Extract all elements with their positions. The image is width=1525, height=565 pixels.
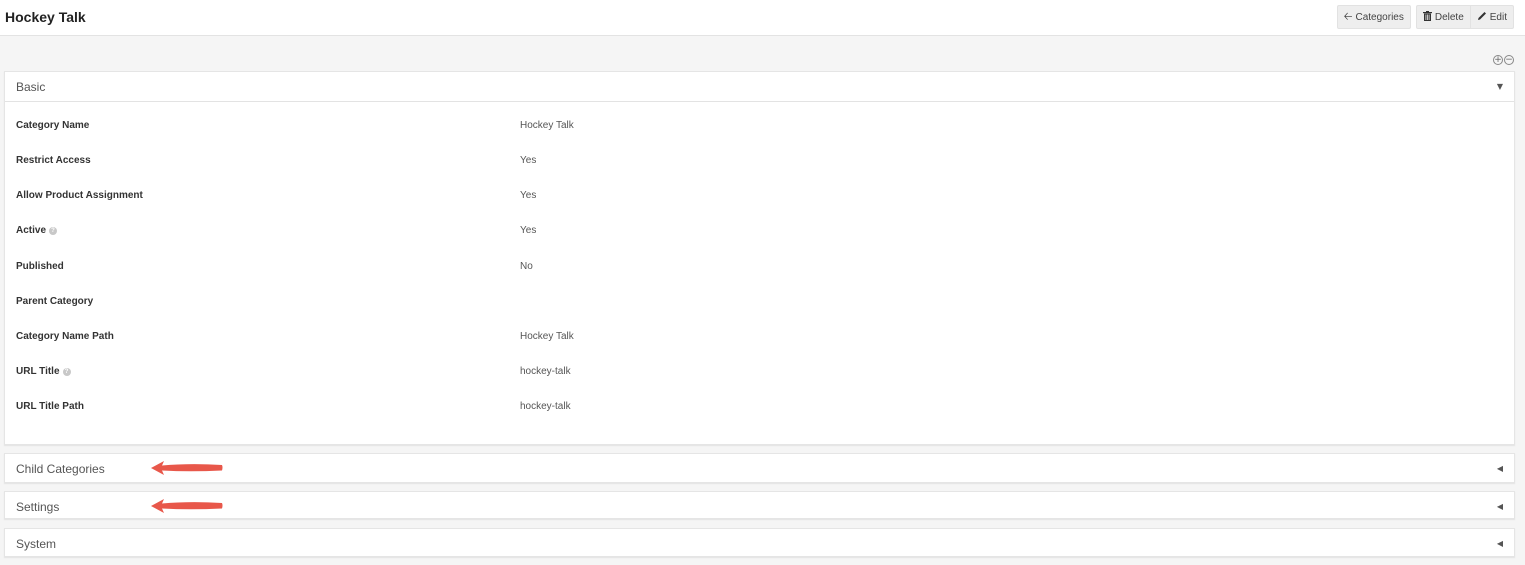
field-label: Category Name Path: [16, 331, 114, 342]
settings-panel-header[interactable]: Settings ◀: [5, 492, 1514, 521]
field-label: Category Name: [16, 120, 90, 131]
basic-panel-title: Basic: [16, 79, 46, 94]
child-categories-panel: Child Categories ◀: [4, 453, 1515, 483]
field-value: No: [520, 261, 533, 272]
settings-panel-title: Settings: [16, 499, 60, 514]
settings-panel: Settings ◀: [4, 491, 1515, 519]
system-panel-title: System: [16, 536, 57, 551]
field-value: Yes: [520, 225, 537, 236]
arrow-left-icon: 🡠: [1343, 10, 1353, 23]
collapse-all-icon[interactable]: −: [1504, 55, 1514, 65]
top-bar: Hockey Talk 🡠 Categories Delete Edit: [0, 0, 1525, 36]
field-value: Hockey Talk: [520, 331, 574, 342]
trash-icon: [1422, 10, 1432, 24]
field-value: Yes: [520, 190, 537, 201]
action-button-group: Delete Edit: [1415, 5, 1514, 29]
toolbar: 🡠 Categories Delete Edit: [1336, 5, 1514, 29]
field-label-text: Active: [16, 225, 47, 236]
child-categories-panel-title: Child Categories: [16, 461, 105, 476]
field-row-published: Published No: [5, 261, 1514, 281]
caret-left-icon: ◀: [1496, 539, 1503, 548]
field-label-url-title: URL Title ?: [16, 366, 71, 377]
system-panel: System ◀: [4, 528, 1515, 557]
field-label: Parent Category: [16, 296, 94, 307]
field-label-active: Active ?: [16, 225, 58, 236]
field-row-restrict-access: Restrict Access Yes: [5, 155, 1514, 175]
field-value: Hockey Talk: [520, 120, 574, 131]
basic-panel-header[interactable]: Basic ▼: [5, 72, 1514, 102]
field-row-url-title: URL Title ? hockey-talk: [5, 366, 1514, 386]
edit-button-label: Edit: [1489, 11, 1507, 23]
field-value: Yes: [520, 155, 537, 166]
field-label: Published: [16, 261, 64, 272]
field-row-allow-product-assignment: Allow Product Assignment Yes: [5, 190, 1514, 210]
edit-button[interactable]: Edit: [1469, 5, 1514, 29]
field-label-text: URL Title: [16, 366, 60, 377]
expand-all-icon[interactable]: +: [1493, 55, 1503, 65]
expand-collapse-controls: + −: [1493, 55, 1514, 65]
caret-down-icon: ▼: [1496, 82, 1503, 91]
field-row-category-name-path: Category Name Path Hockey Talk: [5, 331, 1514, 351]
annotation-arrow-settings: [151, 499, 223, 513]
child-categories-panel-header[interactable]: Child Categories ◀: [5, 454, 1514, 483]
annotation-arrow-child-categories: [151, 461, 223, 475]
field-label: URL Title Path: [16, 401, 84, 412]
caret-left-icon: ◀: [1496, 502, 1503, 511]
field-row-parent-category: Parent Category: [5, 296, 1514, 316]
field-label: Allow Product Assignment: [16, 190, 143, 201]
categories-button[interactable]: 🡠 Categories: [1336, 5, 1411, 29]
delete-button[interactable]: Delete: [1415, 5, 1471, 29]
field-label: Restrict Access: [16, 155, 91, 166]
field-value: hockey-talk: [520, 366, 571, 377]
page-title: Hockey Talk: [5, 9, 86, 25]
field-value: hockey-talk: [520, 401, 571, 412]
basic-panel: Basic ▼ Category Name Hockey Talk Restri…: [4, 71, 1515, 445]
categories-button-label: Categories: [1355, 11, 1404, 23]
system-panel-header[interactable]: System ◀: [5, 529, 1514, 558]
pencil-icon: [1477, 11, 1487, 24]
caret-left-icon: ◀: [1496, 464, 1503, 473]
delete-button-label: Delete: [1434, 11, 1464, 23]
field-row-url-title-path: URL Title Path hockey-talk: [5, 401, 1514, 421]
question-circle-icon[interactable]: ?: [49, 226, 58, 235]
field-row-active: Active ? Yes: [5, 225, 1514, 245]
field-row-category-name: Category Name Hockey Talk: [5, 120, 1514, 140]
question-circle-icon[interactable]: ?: [62, 367, 71, 376]
